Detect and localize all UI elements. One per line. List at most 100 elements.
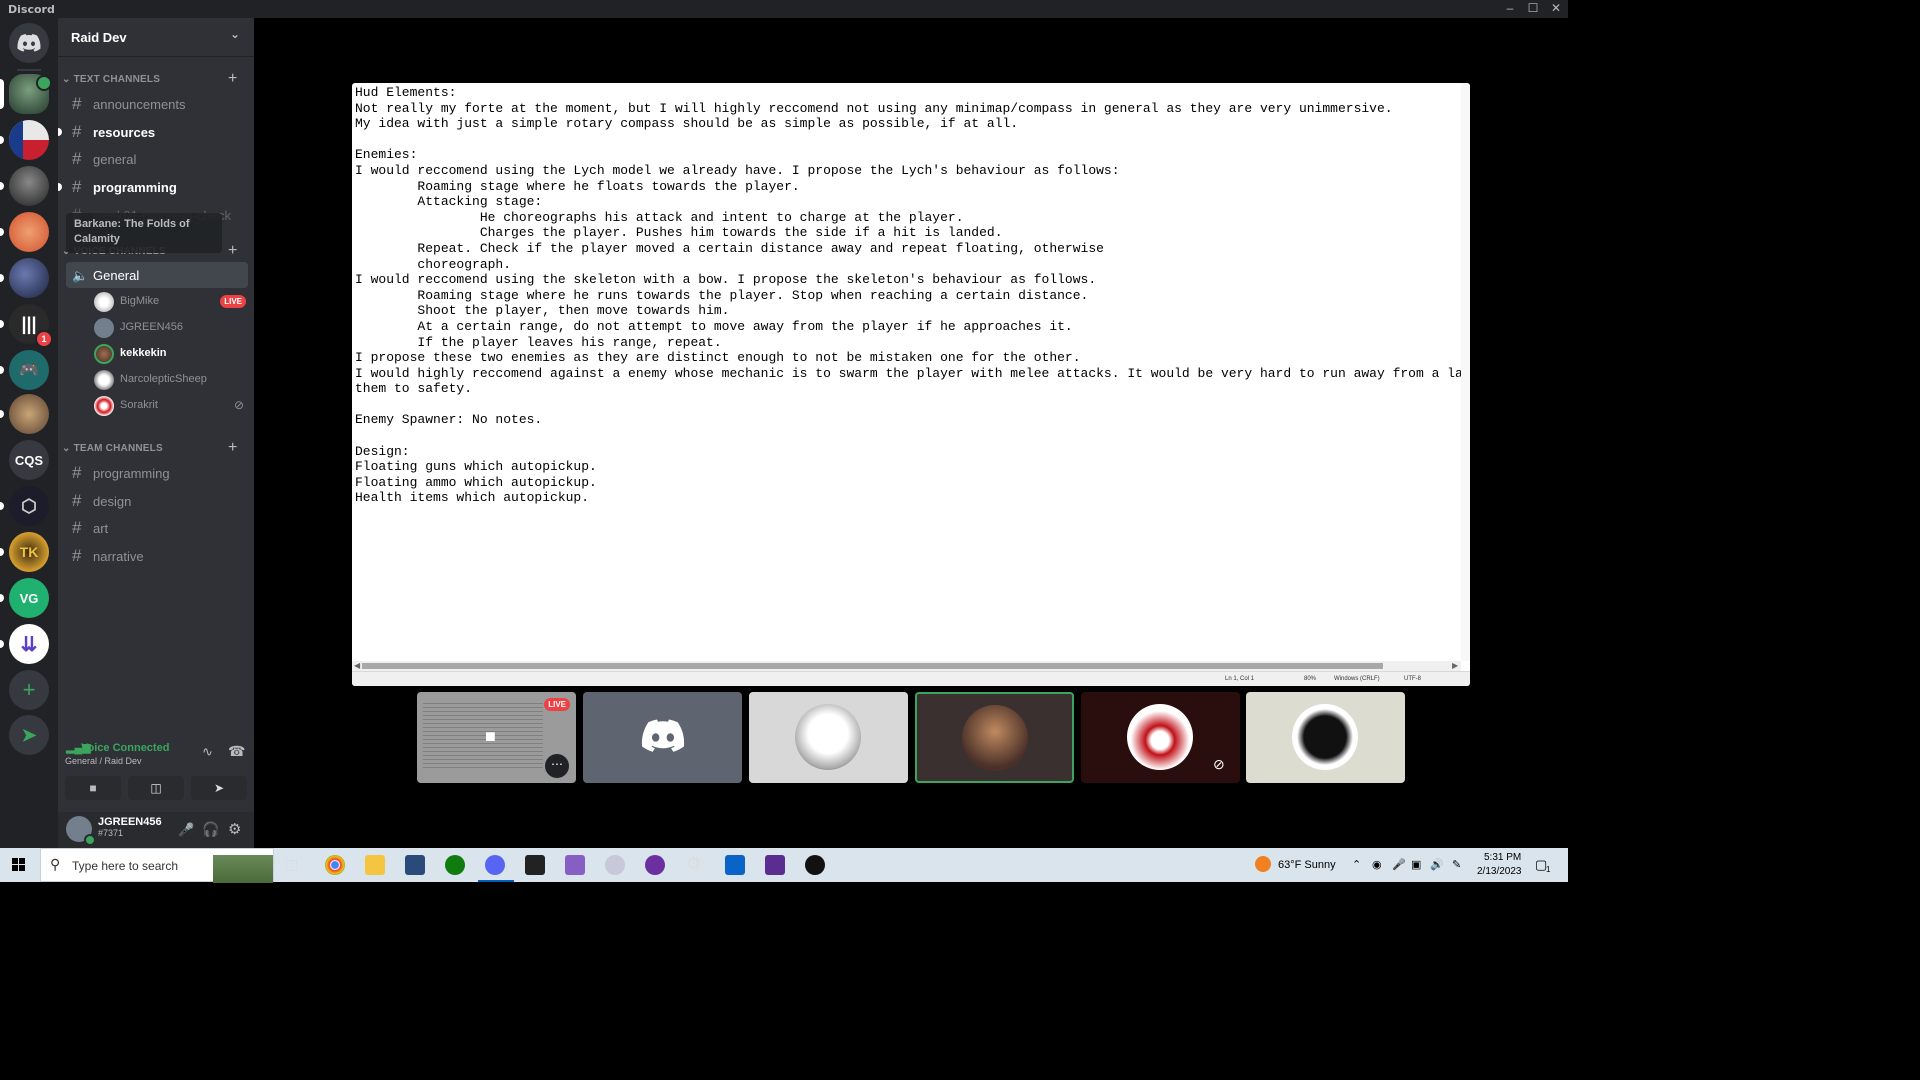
discord-taskbar-icon[interactable]	[485, 855, 505, 875]
chevron-down-icon: ⌄	[62, 74, 71, 85]
channel-narrative[interactable]: # narrative	[66, 543, 248, 569]
channel-programming[interactable]: # programming	[58, 174, 248, 200]
channel-announcements[interactable]: # announcements	[66, 91, 248, 117]
channel-team-programming[interactable]: # programming	[66, 460, 248, 486]
channel-general[interactable]: # general	[66, 146, 248, 172]
hashtag-icon: #	[72, 94, 82, 113]
windows-start-icon[interactable]	[12, 858, 26, 872]
activity-button[interactable]: ➤	[191, 776, 247, 800]
participant-tile-narcolepticsheep[interactable]	[749, 692, 908, 783]
scrollbar-thumb[interactable]	[362, 663, 1383, 669]
minimize-icon[interactable]: –	[1500, 1, 1520, 15]
headphones-icon[interactable]: 🎧	[202, 821, 219, 838]
server-tooltip: Barkane: The Folds of Calamity	[66, 213, 222, 253]
participant-tile-sorakrit[interactable]: ⊘	[1081, 692, 1240, 783]
hashtag-icon: #	[72, 546, 82, 565]
channel-resources[interactable]: # resources	[58, 119, 248, 145]
voice-user-bigmike[interactable]: BigMike LIVE	[94, 290, 246, 314]
add-channel-icon[interactable]: +	[228, 439, 238, 457]
github-desktop-icon[interactable]	[645, 855, 665, 875]
avatar	[962, 705, 1028, 771]
microphone-tray-icon[interactable]: 🎤	[1392, 858, 1406, 871]
hashtag-icon: #	[72, 177, 82, 196]
pen-icon[interactable]: ✎	[1452, 858, 1461, 871]
clock-time[interactable]: 5:31 PM	[1484, 852, 1521, 863]
unreal-engine-icon[interactable]	[805, 855, 825, 875]
settings-icon[interactable]: ⚙	[686, 854, 701, 874]
visual-studio-icon[interactable]	[565, 855, 585, 875]
server-icon-cqs[interactable]: CQS	[9, 440, 49, 480]
category-team-channels[interactable]: ⌄ TEAM CHANNELS +	[62, 439, 237, 456]
shared-document-text: Hud Elements: Not really my forte at the…	[355, 85, 1470, 506]
chrome-icon[interactable]	[325, 855, 345, 875]
server-icon-chevrons[interactable]: ⇊	[9, 624, 49, 664]
server-icon-tk[interactable]: TK	[9, 532, 49, 572]
camera-button[interactable]: ■	[65, 776, 121, 800]
xbox-icon[interactable]	[445, 855, 465, 875]
maximize-icon[interactable]: ☐	[1523, 1, 1543, 15]
add-channel-icon[interactable]: +	[228, 242, 238, 260]
server-icon-portrait[interactable]	[9, 166, 49, 206]
weather-text[interactable]: 63°F Sunny	[1278, 859, 1336, 871]
voice-user-kekkekin[interactable]: kekkekin	[94, 342, 246, 366]
participant-tile-bigmike[interactable]	[1246, 692, 1405, 783]
server-icon-cube[interactable]: ⬡	[9, 486, 49, 526]
weather-sun-icon[interactable]	[1255, 856, 1271, 872]
voice-status-panel: ▂▄▆ Voice Connected General / Raid Dev ∿…	[58, 732, 254, 813]
server-icon-planet[interactable]	[9, 258, 49, 298]
visual-studio-2-icon[interactable]	[765, 855, 785, 875]
voice-user-narcolepticsheep[interactable]: NarcolepticSheep	[94, 368, 246, 392]
add-server-icon[interactable]: +	[9, 670, 49, 710]
network-icon[interactable]: ▣	[1411, 858, 1421, 871]
gear-icon[interactable]: ⚙	[228, 820, 241, 838]
explore-servers-icon[interactable]: ➤	[9, 715, 49, 755]
live-badge: LIVE	[544, 698, 570, 711]
voice-channel-general[interactable]: 🔈 General	[66, 262, 248, 288]
server-header[interactable]: Raid Dev ⌄	[58, 18, 254, 57]
epic-games-icon[interactable]	[525, 855, 545, 875]
server-icon-landscape[interactable]	[9, 394, 49, 434]
task-view-icon[interactable]: ◫	[285, 856, 298, 873]
horizontal-scrollbar[interactable]: ◀ ▶	[352, 661, 1461, 671]
file-explorer-icon[interactable]	[365, 855, 385, 875]
deafened-icon: ⊘	[1213, 756, 1225, 772]
stream-view[interactable]: Hud Elements: Not really my forte at the…	[352, 83, 1470, 686]
participant-tile-kekkekin[interactable]	[915, 692, 1074, 783]
server-icon-fox[interactable]	[9, 212, 49, 252]
camera-tray-icon[interactable]: ◉	[1372, 858, 1382, 871]
voice-user-jgreen456[interactable]: JGREEN456	[94, 316, 246, 340]
voice-user-sorakrit[interactable]: Sorakrit ⊘	[94, 394, 246, 418]
close-icon[interactable]: ✕	[1546, 1, 1566, 15]
screen-share-button[interactable]: ◫	[128, 776, 184, 800]
disconnect-icon[interactable]: ☎	[228, 743, 245, 760]
microphone-icon[interactable]: 🎤	[178, 822, 194, 838]
category-text-channels[interactable]: ⌄ TEXT CHANNELS +	[62, 70, 237, 87]
clock-date[interactable]: 2/13/2023	[1477, 866, 1522, 877]
stream-preview-tile[interactable]: LIVE ■ ⋯	[417, 692, 576, 783]
channel-design[interactable]: # design	[66, 488, 248, 514]
more-options-icon[interactable]: ⋯	[545, 754, 569, 778]
server-icon-flag[interactable]	[9, 120, 49, 160]
taskbar-search-input[interactable]: ⚲ Type here to search	[40, 848, 274, 883]
live-badge: LIVE	[220, 295, 246, 308]
app-icon-editor[interactable]	[405, 855, 425, 875]
notification-count: 1	[1546, 865, 1551, 874]
participant-tile-jgreen456[interactable]	[583, 692, 742, 783]
voice-connected-label[interactable]: Voice Connected	[81, 742, 169, 754]
server-icon-vg[interactable]: VG	[9, 578, 49, 618]
search-icon: ⚲	[50, 856, 61, 872]
noise-suppression-icon[interactable]: ∿	[202, 744, 213, 760]
server-icon-controller[interactable]: 🎮	[9, 350, 49, 390]
snipping-tool-icon[interactable]	[605, 855, 625, 875]
chevron-up-icon[interactable]: ⌃	[1352, 858, 1361, 871]
add-channel-icon[interactable]: +	[228, 70, 238, 88]
avatar	[94, 370, 114, 390]
channel-art[interactable]: # art	[66, 515, 248, 541]
vertical-scrollbar[interactable]	[1461, 83, 1470, 661]
outlook-icon[interactable]	[725, 855, 745, 875]
voice-location: General / Raid Dev	[65, 756, 142, 766]
volume-icon[interactable]: 🔊	[1430, 858, 1444, 871]
chevron-down-icon[interactable]: ⌄	[230, 27, 240, 41]
online-status-icon	[84, 834, 96, 846]
discord-home-icon[interactable]	[9, 23, 49, 63]
